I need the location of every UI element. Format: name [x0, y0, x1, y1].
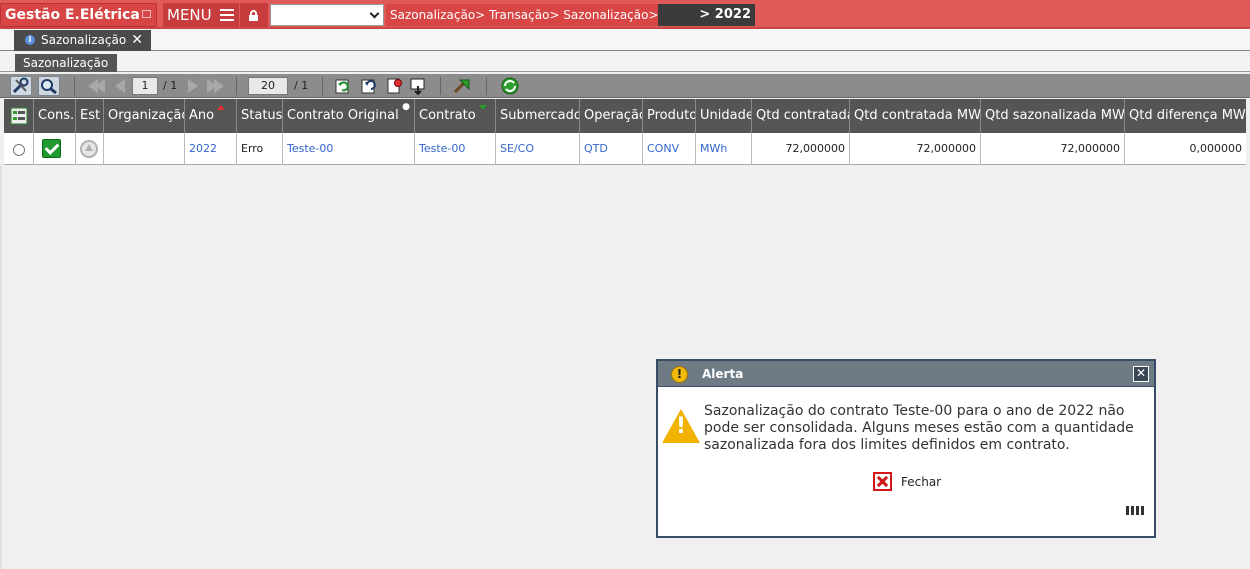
page-size-total: / 1: [294, 79, 309, 92]
subtab-row: Sazonalização: [0, 52, 1250, 72]
hamburger-icon: [220, 9, 234, 21]
sort-desc-icon: [478, 105, 487, 110]
warning-triangle-icon: [662, 409, 700, 443]
refresh-icon: [335, 79, 349, 94]
column-ano-label: Ano: [189, 108, 215, 123]
alert-dialog-title: Alerta: [702, 367, 744, 381]
cell-unidade[interactable]: MWh: [696, 133, 752, 165]
close-icon[interactable]: ✕: [131, 30, 143, 50]
lock-button[interactable]: [240, 3, 268, 27]
refresh-button[interactable]: [333, 76, 355, 96]
tree-arrow-icon: [453, 79, 470, 94]
prev-page-icon: [115, 79, 125, 93]
cell-qtd-diferenca-mwh: 0,000000: [1189, 142, 1243, 155]
cell-contrato[interactable]: Teste-00: [415, 133, 496, 165]
tools-button[interactable]: [10, 76, 32, 96]
close-x-icon: [873, 472, 892, 491]
cell-qtd-contratada-mwh: 72,000000: [850, 133, 981, 165]
app-title[interactable]: Gestão E.Elétrica: [0, 3, 157, 27]
cell-submercado[interactable]: SE/CO: [496, 133, 580, 165]
menu-label: MENU: [167, 6, 212, 24]
next-page-icon: [188, 79, 198, 93]
alert-dialog: ! Alerta ✕ Sazonalização do contrato Tes…: [656, 359, 1156, 538]
column-status[interactable]: Status: [237, 99, 283, 133]
warning-icon: !: [671, 366, 688, 383]
window-icon: [142, 10, 151, 18]
status-arrow-icon[interactable]: [80, 140, 98, 158]
cell-qtd-sazonalizada-mwh: 72,000000: [981, 133, 1125, 165]
column-qtd-contratada[interactable]: Qtd contratada: [752, 99, 850, 133]
column-qtd-diferenca-mwh[interactable]: Qtd diferença MWh: [1125, 99, 1246, 133]
last-page-button[interactable]: [205, 76, 227, 96]
column-unidade[interactable]: Unidade: [696, 99, 752, 133]
export-button[interactable]: [408, 76, 430, 96]
search-button[interactable]: [38, 76, 60, 96]
document-search-icon: [387, 78, 402, 94]
toolbar: 1 / 1 20 / 1: [0, 74, 1250, 98]
grid-header: Cons. Est Organização Ano Status Contrat…: [4, 99, 1246, 133]
export-icon: [410, 78, 425, 96]
undo-button[interactable]: [359, 76, 381, 96]
menu-button[interactable]: MENU: [163, 3, 239, 27]
next-page-button[interactable]: [184, 76, 206, 96]
cell-contrato-original[interactable]: Teste-00: [283, 133, 415, 165]
tab-label: Sazonalização: [41, 33, 127, 47]
column-produto[interactable]: Produto: [643, 99, 696, 133]
resize-grip-icon[interactable]: [1126, 506, 1144, 515]
column-selector[interactable]: [4, 99, 34, 133]
page-size-input[interactable]: 20: [248, 77, 288, 95]
cell-operacao[interactable]: QTD: [580, 133, 643, 165]
checkmark-icon[interactable]: [42, 139, 61, 158]
cell-status: Erro: [237, 133, 283, 165]
column-ano[interactable]: Ano: [185, 99, 237, 133]
info-icon: i: [25, 35, 35, 45]
fechar-button[interactable]: Fechar: [873, 472, 941, 492]
cell-ano[interactable]: 2022: [185, 133, 237, 165]
column-contrato-original-label: Contrato Original: [287, 108, 399, 123]
wrench-icon: [12, 77, 29, 94]
column-contrato[interactable]: Contrato: [415, 99, 496, 133]
top-bar: Gestão E.Elétrica MENU Sazonalização> Tr…: [0, 0, 1250, 29]
column-cons[interactable]: Cons.: [34, 99, 76, 133]
tab-sazonalizacao[interactable]: i Sazonalização ✕: [14, 30, 151, 51]
chevron-down-icon: [369, 8, 380, 19]
first-page-button[interactable]: [86, 76, 108, 96]
column-list-icon: [10, 107, 28, 125]
column-organizacao[interactable]: Organização: [104, 99, 185, 133]
search-small-icon: ●: [402, 102, 410, 112]
tab-strip: i Sazonalização ✕: [0, 29, 1250, 51]
undo-icon: [361, 79, 376, 94]
table-row[interactable]: 2022 Erro Teste-00 Teste-00 SE/CO QTD CO…: [4, 133, 1246, 165]
column-contrato-label: Contrato: [419, 108, 476, 123]
fechar-label: Fechar: [901, 475, 942, 489]
column-contrato-original[interactable]: Contrato Original ●: [283, 99, 415, 133]
page-number-input[interactable]: 1: [132, 77, 158, 95]
cell-produto[interactable]: CONV: [643, 133, 696, 165]
cell-organizacao: [104, 133, 185, 165]
column-operacao[interactable]: Operação: [580, 99, 643, 133]
column-qtd-contratada-mwh[interactable]: Qtd contratada MWh: [850, 99, 981, 133]
app-title-text: Gestão E.Elétrica: [5, 7, 140, 23]
prev-page-button[interactable]: [110, 76, 132, 96]
row-select-radio[interactable]: [13, 144, 25, 156]
search-icon: [41, 79, 57, 95]
sync-icon: [501, 77, 519, 95]
subtab-sazonalizacao[interactable]: Sazonalização: [15, 54, 117, 72]
breadcrumb[interactable]: Sazonalização> Transação> Sazonalização>: [386, 4, 659, 26]
alert-message: Sazonalização do contrato Teste-00 para …: [704, 403, 1134, 453]
close-icon[interactable]: ✕: [1133, 366, 1149, 382]
page-total: / 1: [163, 79, 178, 92]
column-est[interactable]: Est: [76, 99, 104, 133]
column-submercado[interactable]: Submercado: [496, 99, 580, 133]
column-qtd-sazonalizada-mwh[interactable]: Qtd sazonalizada MWh: [981, 99, 1125, 133]
breadcrumb-current[interactable]: > 2022: [658, 4, 755, 26]
doc-search-button[interactable]: [385, 76, 407, 96]
process-button[interactable]: [451, 76, 473, 96]
cell-qtd-contratada: 72,000000: [752, 133, 850, 165]
sync-button[interactable]: [499, 76, 521, 96]
alert-dialog-header[interactable]: ! Alerta ✕: [658, 361, 1154, 387]
sort-asc-icon: [217, 105, 226, 110]
top-select[interactable]: [270, 4, 384, 26]
